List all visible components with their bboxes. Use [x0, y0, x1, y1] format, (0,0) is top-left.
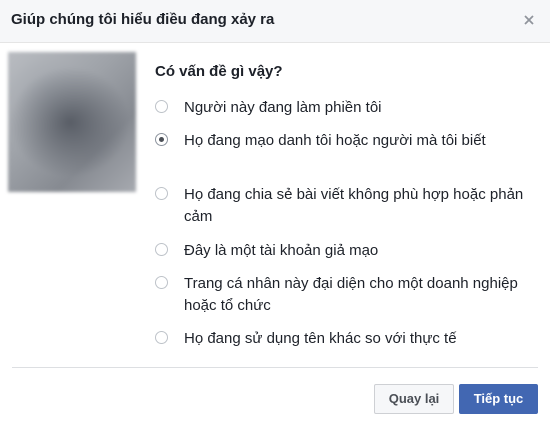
- dialog-header: Giúp chúng tôi hiểu điều đang xảy ra: [0, 0, 550, 43]
- radio-button[interactable]: [155, 276, 168, 289]
- option-label: Họ đang chia sẻ bài viết không phù hợp h…: [184, 186, 524, 225]
- option-business-profile[interactable]: Trang cá nhân này đại diện cho một doanh…: [155, 273, 540, 317]
- option-label: Người này đang làm phiền tôi: [184, 99, 382, 116]
- radio-button-selected[interactable]: [155, 133, 168, 146]
- back-button[interactable]: Quay lại: [374, 384, 454, 414]
- continue-button[interactable]: Tiếp tục: [459, 384, 538, 414]
- radio-button[interactable]: [155, 243, 168, 256]
- radio-button[interactable]: [155, 187, 168, 200]
- option-harassing[interactable]: Người này đang làm phiền tôi: [155, 97, 540, 119]
- question-heading: Có vấn đề gì vậy?: [155, 63, 283, 80]
- report-dialog: Giúp chúng tôi hiểu điều đang xảy ra Có …: [0, 0, 550, 426]
- profile-avatar-blurred: [8, 52, 136, 192]
- close-icon[interactable]: [522, 13, 536, 27]
- option-label: Họ đang mạo danh tôi hoặc người mà tôi b…: [184, 132, 486, 149]
- option-fake-account[interactable]: Đây là một tài khoản giả mạo: [155, 240, 540, 262]
- option-label: Trang cá nhân này đại diện cho một doanh…: [184, 275, 518, 314]
- option-impersonating[interactable]: Họ đang mạo danh tôi hoặc người mà tôi b…: [155, 130, 540, 174]
- radio-button[interactable]: [155, 100, 168, 113]
- dialog-title: Giúp chúng tôi hiểu điều đang xảy ra: [11, 11, 275, 28]
- option-label: Đây là một tài khoản giả mạo: [184, 242, 379, 259]
- footer-divider: [12, 367, 538, 368]
- option-fake-name[interactable]: Họ đang sử dụng tên khác so với thực tế: [155, 328, 540, 350]
- option-inappropriate-posts[interactable]: Họ đang chia sẻ bài viết không phù hợp h…: [155, 184, 540, 228]
- option-label: Họ đang sử dụng tên khác so với thực tế: [184, 330, 457, 347]
- radio-button[interactable]: [155, 331, 168, 344]
